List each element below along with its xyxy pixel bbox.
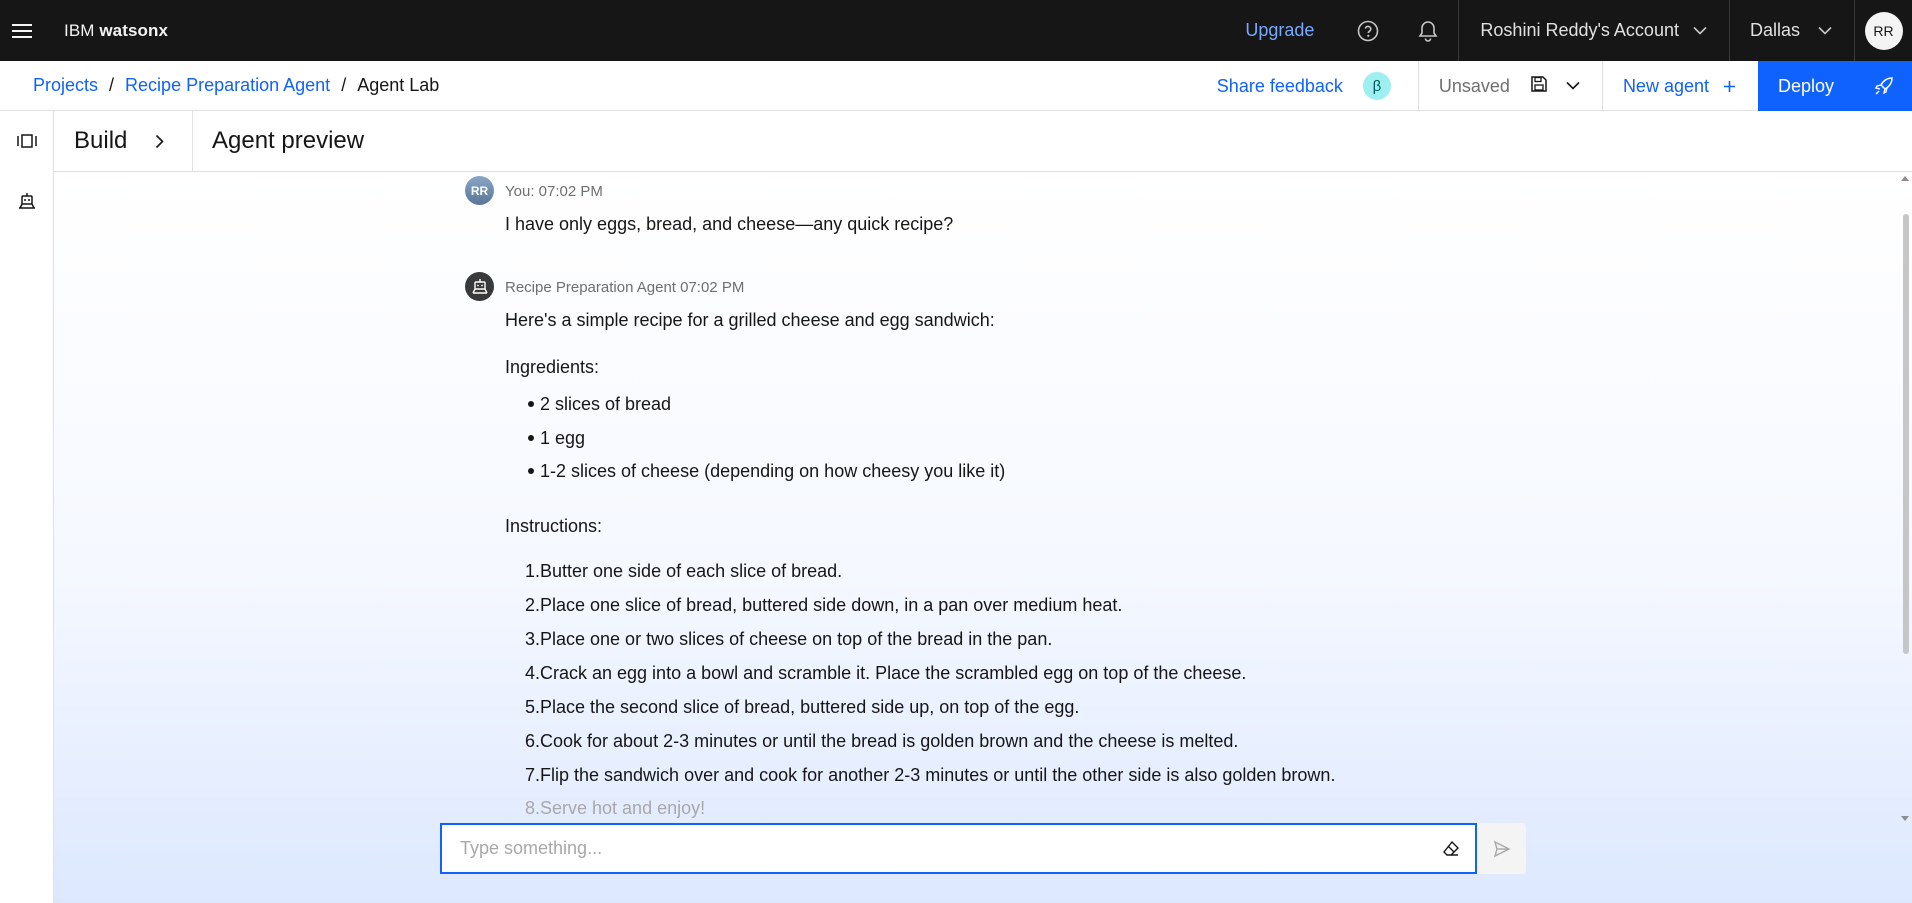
chevron-down-icon [1818, 26, 1832, 35]
plus-icon [1724, 80, 1735, 92]
instructions-heading: Instructions: [505, 516, 603, 536]
brand-name: watsonx [99, 20, 169, 40]
breadcrumb-separator: / [341, 75, 347, 95]
breadcrumb-projects[interactable]: Projects [33, 75, 98, 96]
ingredient-item: 1-2 slices of cheese (depending on how c… [540, 461, 1006, 481]
breadcrumb-separator: / [109, 75, 115, 95]
scroll-down-arrow[interactable] [1901, 816, 1909, 821]
eraser-icon [1443, 840, 1459, 856]
upgrade-link[interactable]: Upgrade [1221, 0, 1338, 61]
chevron-down-icon [1693, 26, 1707, 35]
new-agent-button[interactable]: New agent [1601, 61, 1758, 111]
chevron-down-icon [1566, 81, 1580, 90]
agent-intro: Here's a simple recipe for a grilled che… [505, 310, 995, 330]
instruction-item: Place one slice of bread, buttered side … [540, 595, 1123, 615]
breadcrumb-agent[interactable]: Recipe Preparation Agent [125, 75, 330, 96]
ingredient-item: 1 egg [540, 428, 586, 448]
chat-panel: RR You: 07:02 PM I have only eggs, bread… [54, 172, 1912, 903]
breadcrumb-bar: Projects / Recipe Preparation Agent / Ag… [0, 61, 1912, 111]
instruction-item: Place the second slice of bread, buttere… [540, 697, 1080, 717]
chat-input[interactable] [442, 825, 1427, 872]
rocket-icon [1874, 77, 1893, 95]
send-button[interactable] [1477, 823, 1526, 874]
ingredient-item: 2 slices of bread [540, 394, 672, 414]
message-text: I have only eggs, bread, and cheese—any … [505, 214, 954, 234]
message-meta: You: 07:02 PM [505, 183, 603, 200]
instruction-item: Butter one side of each slice of bread. [540, 561, 843, 581]
top-header: IBM watsonx Upgrade Roshini Reddy's Acco… [0, 0, 1912, 61]
save-status: Unsaved [1438, 75, 1510, 96]
scroll-thumb[interactable] [1903, 214, 1909, 654]
clear-input-button[interactable] [1427, 825, 1475, 872]
chat-scrollbar[interactable] [1898, 172, 1912, 831]
menu-button[interactable] [0, 0, 44, 61]
user-avatar: RR [465, 176, 494, 205]
save-menu-button[interactable] [1566, 77, 1580, 95]
carousel-toggle-button[interactable] [0, 111, 54, 171]
step-number: 3. [525, 629, 541, 649]
save-button[interactable] [1530, 75, 1548, 98]
robot-icon [471, 279, 488, 294]
avatar: RR [1864, 11, 1903, 50]
help-icon [1358, 20, 1379, 41]
region-switcher[interactable]: Dallas [1728, 0, 1854, 61]
panel-header: Build Agent preview [54, 110, 1912, 172]
build-label: Build [74, 127, 128, 154]
chat-input-box [440, 823, 1477, 874]
ingredients-heading: Ingredients: [505, 357, 600, 377]
message-list: RR You: 07:02 PM I have only eggs, bread… [54, 172, 1898, 831]
scroll-up-arrow[interactable] [1901, 176, 1909, 181]
build-toggle[interactable]: Build [54, 110, 193, 172]
carousel-icon [17, 134, 37, 148]
agent-button[interactable] [0, 171, 54, 231]
message-meta: Recipe Preparation Agent 07:02 PM [505, 279, 745, 296]
floppy-disk-icon [1531, 75, 1547, 92]
send-icon [1493, 840, 1511, 857]
notifications-button[interactable] [1398, 0, 1458, 61]
instruction-item: Place one or two slices of cheese on top… [540, 629, 1053, 649]
step-number: 4. [525, 663, 541, 683]
new-agent-label: New agent [1622, 75, 1709, 96]
hamburger-icon [12, 23, 32, 38]
help-button[interactable] [1338, 0, 1398, 61]
step-number: 7. [525, 765, 541, 785]
robot-icon [19, 193, 35, 209]
list-bullet [528, 401, 534, 407]
instruction-item: Flip the sandwich over and cook for anot… [540, 765, 1336, 785]
instruction-item: Crack an egg into a bowl and scramble it… [540, 663, 1247, 683]
share-feedback-link[interactable]: Share feedback [1217, 76, 1343, 97]
instruction-item: Cook for about 2-3 minutes or until the … [540, 731, 1239, 751]
profile-button[interactable]: RR [1854, 0, 1912, 61]
page-title: Agent preview [212, 127, 365, 154]
account-switcher[interactable]: Roshini Reddy's Account [1458, 0, 1729, 61]
step-number: 5. [525, 697, 541, 717]
left-rail [0, 111, 54, 903]
breadcrumb: Projects / Recipe Preparation Agent / Ag… [33, 75, 439, 96]
beta-badge: β [1362, 72, 1391, 100]
instruction-item: Serve hot and enjoy! [540, 798, 706, 818]
step-number: 8. [525, 798, 541, 818]
agent-avatar [465, 272, 494, 301]
save-group: Unsaved [1417, 61, 1602, 111]
step-number: 2. [525, 595, 541, 615]
list-bullet [528, 435, 534, 441]
region-label: Dallas [1749, 20, 1800, 40]
step-number: 6. [525, 731, 541, 751]
chevron-right-icon [156, 134, 165, 148]
product-logo[interactable]: IBM watsonx [64, 21, 168, 41]
account-label: Roshini Reddy's Account [1480, 20, 1679, 40]
deploy-button[interactable]: Deploy [1758, 61, 1912, 111]
brand-prefix: IBM [64, 20, 95, 40]
step-number: 1. [525, 561, 541, 581]
breadcrumb-current: Agent Lab [357, 75, 440, 95]
bell-icon [1418, 20, 1438, 42]
list-bullet [528, 468, 534, 474]
deploy-label: Deploy [1778, 75, 1835, 96]
